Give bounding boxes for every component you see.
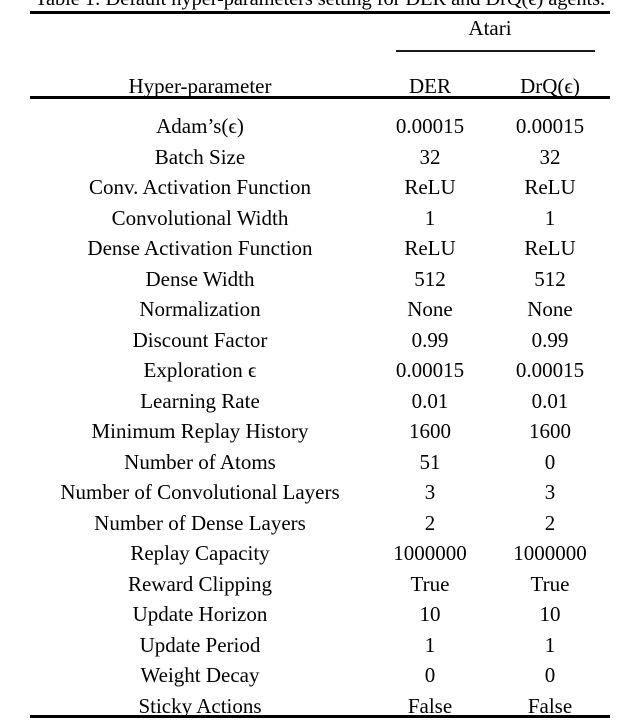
- cell-hyper-parameter: Number of Convolutional Layers: [60, 480, 340, 504]
- cell-drq-value: 0.01: [531, 388, 569, 413]
- table-row: Replay Capacity 1000000 1000000: [30, 541, 610, 572]
- cell-der-value: 0.00015: [395, 114, 465, 138]
- cell-drq-value: False: [527, 693, 573, 718]
- cell-der-value: False: [407, 693, 453, 718]
- cell-hyper-parameter: Number of Dense Layers: [94, 510, 306, 535]
- column-header-drq: DrQ(ϵ): [520, 74, 580, 98]
- cell-der-value: 1: [424, 632, 436, 657]
- table-row: Number of Convolutional Layers 3 3: [30, 480, 610, 511]
- cell-der-value: True: [410, 571, 450, 596]
- cell-hyper-parameter: Learning Rate: [140, 388, 260, 413]
- cell-der-value: None: [407, 297, 453, 321]
- table-row: Update Period 1 1: [30, 633, 610, 664]
- table-row: Learning Rate 0.01 0.01: [30, 389, 610, 420]
- hyperparameters-table: Atari Hyper-parameter DER DrQ(ϵ) Adam’s(…: [30, 0, 610, 724]
- cell-drq-value: 1: [544, 632, 556, 657]
- cell-der-value: 51: [419, 449, 441, 474]
- table-row: Weight Decay 0 0: [30, 663, 610, 694]
- cell-hyper-parameter: Weight Decay: [140, 663, 260, 687]
- cell-hyper-parameter: Batch Size: [154, 144, 246, 169]
- table-row: Conv. Activation Function ReLU ReLU: [30, 175, 610, 206]
- cell-der-value: 0.99: [411, 327, 449, 352]
- cell-drq-value: 1: [544, 205, 556, 230]
- cell-der-value: 3: [424, 480, 436, 504]
- cell-der-value: 0.01: [411, 388, 449, 413]
- table-row: Convolutional Width 1 1: [30, 206, 610, 237]
- cell-der-value: 1000000: [393, 541, 467, 565]
- cell-hyper-parameter: Replay Capacity: [130, 541, 270, 565]
- cell-drq-value: None: [527, 297, 573, 321]
- cell-drq-value: 2: [544, 510, 556, 535]
- cell-der-value: 32: [419, 144, 441, 169]
- table-row: Number of Atoms 51 0: [30, 450, 610, 481]
- cell-hyper-parameter: Dense Activation Function: [87, 236, 313, 260]
- cell-drq-value: 10: [539, 602, 561, 626]
- cell-der-value: ReLU: [404, 236, 456, 260]
- cell-der-value: ReLU: [404, 175, 456, 199]
- cell-hyper-parameter: Discount Factor: [132, 327, 268, 352]
- cell-hyper-parameter: Adam’s(ϵ): [156, 114, 244, 138]
- group-header-spacer: [30, 0, 370, 54]
- cell-der-value: 1600: [409, 419, 451, 443]
- cell-hyper-parameter: Normalization: [139, 297, 261, 321]
- cell-der-value: 0: [424, 663, 436, 687]
- cell-hyper-parameter: Conv. Activation Function: [88, 175, 312, 199]
- table-column-header-row: Hyper-parameter DER DrQ(ϵ): [30, 54, 610, 108]
- cell-drq-value: 0: [544, 449, 556, 474]
- cell-drq-value: 0.99: [531, 327, 569, 352]
- cell-drq-value: 1600: [529, 419, 571, 443]
- cell-der-value: 10: [419, 602, 441, 626]
- cell-der-value: 0.00015: [395, 358, 465, 382]
- cell-hyper-parameter: Exploration ϵ: [143, 358, 257, 382]
- cell-drq-value: 512: [534, 266, 566, 291]
- table-row: Update Horizon 10 10: [30, 602, 610, 633]
- cell-hyper-parameter: Sticky Actions: [138, 693, 262, 718]
- table-row: Number of Dense Layers 2 2: [30, 511, 610, 542]
- table-body: Adam’s(ϵ) 0.00015 0.00015 Batch Size 32 32 Con…: [30, 108, 610, 724]
- table-row: Discount Factor 0.99 0.99: [30, 328, 610, 359]
- table-row: Reward Clipping True True: [30, 572, 610, 603]
- cell-drq-value: ReLU: [524, 236, 576, 260]
- column-header-der: DER: [409, 74, 451, 98]
- table-row: Exploration ϵ 0.00015 0.00015: [30, 358, 610, 389]
- cell-der-value: 2: [424, 510, 436, 535]
- cell-hyper-parameter: Update Horizon: [132, 602, 268, 626]
- table-figure: Table 1: Default hyper-parameters settin…: [0, 0, 640, 725]
- cell-hyper-parameter: Reward Clipping: [127, 571, 273, 596]
- table-row: Minimum Replay History 1600 1600: [30, 419, 610, 450]
- table-row: Sticky Actions False False: [30, 694, 610, 725]
- table-group-header-row: Atari: [30, 0, 610, 54]
- table-row: Dense Width 512 512: [30, 267, 610, 298]
- cell-hyper-parameter: Minimum Replay History: [91, 419, 309, 443]
- cell-drq-value: 0.00015: [515, 358, 585, 382]
- table-row: Normalization None None: [30, 297, 610, 328]
- cell-drq-value: True: [530, 571, 570, 596]
- cell-hyper-parameter: Update Period: [139, 632, 261, 657]
- cell-der-value: 1: [424, 205, 436, 230]
- cell-hyper-parameter: Number of Atoms: [124, 449, 276, 474]
- cell-drq-value: 0.00015: [515, 114, 585, 138]
- cell-der-value: 512: [414, 266, 446, 291]
- cell-drq-value: 32: [539, 144, 561, 169]
- column-header-hyper-parameter: Hyper-parameter: [128, 74, 272, 98]
- cell-drq-value: 3: [544, 480, 556, 504]
- cell-hyper-parameter: Dense Width: [145, 266, 255, 291]
- table-row: Adam’s(ϵ) 0.00015 0.00015: [30, 108, 610, 145]
- cell-drq-value: 1000000: [513, 541, 587, 565]
- cell-drq-value: 0: [544, 663, 556, 687]
- table-row: Batch Size 32 32: [30, 145, 610, 176]
- table-head: Atari Hyper-parameter DER DrQ(ϵ): [30, 0, 610, 108]
- column-group-header-atari: Atari: [468, 16, 512, 40]
- table-row: Dense Activation Function ReLU ReLU: [30, 236, 610, 267]
- cell-hyper-parameter: Convolutional Width: [111, 205, 289, 230]
- cell-drq-value: ReLU: [524, 175, 576, 199]
